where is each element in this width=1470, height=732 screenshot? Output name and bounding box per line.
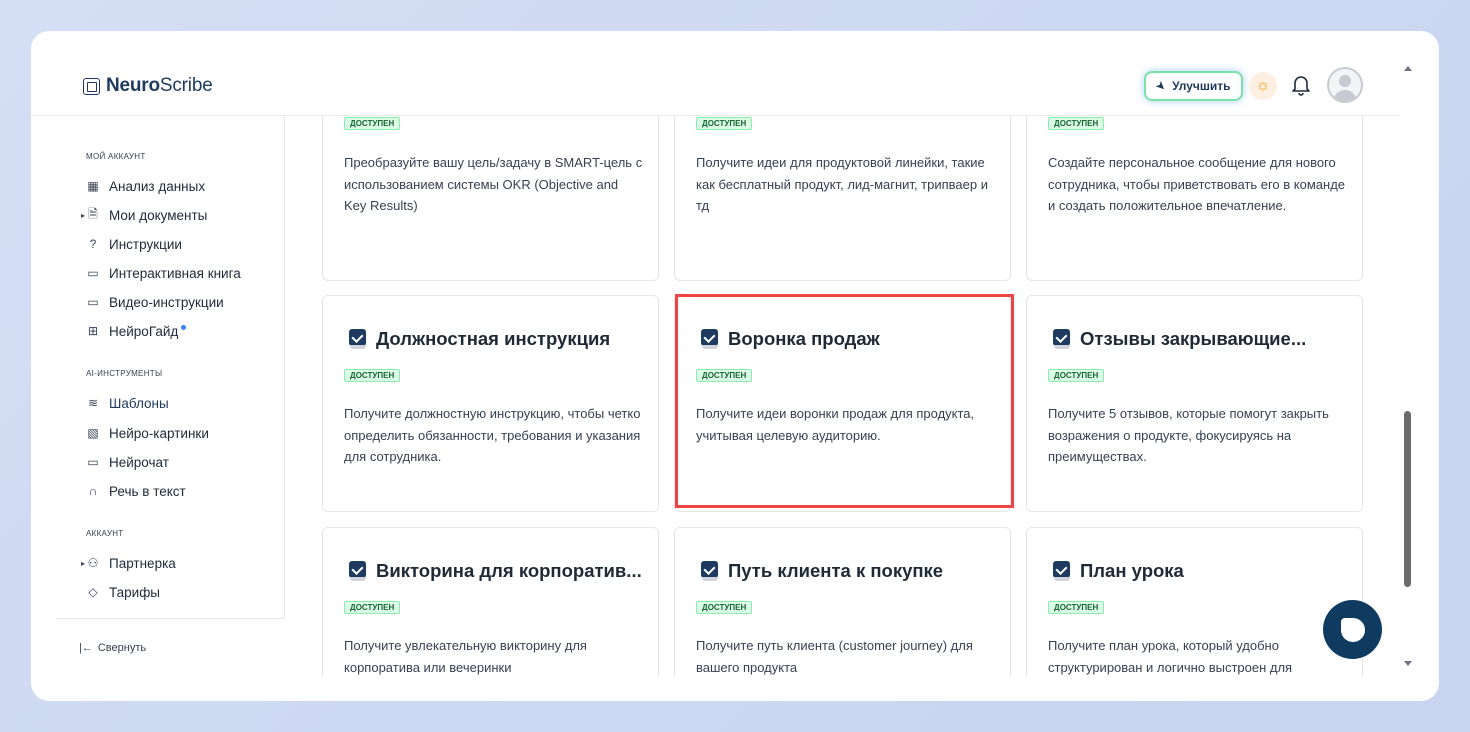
user-avatar[interactable] bbox=[1327, 67, 1363, 103]
section-title-ai-tools: AI-ИНСТРУМЕНТЫ bbox=[86, 369, 163, 378]
upgrade-label: Улучшить bbox=[1172, 79, 1231, 93]
book-icon: ▭ bbox=[87, 266, 99, 280]
logo-icon bbox=[83, 77, 100, 95]
collapse-sidebar-button[interactable]: |← Свернуть bbox=[79, 642, 146, 654]
card-title: Путь клиента к покупке bbox=[701, 560, 943, 582]
section-title-my-account: МОЙ АККАУНТ bbox=[86, 152, 146, 161]
sidebar-item-neuro-images[interactable]: ▧ Нейро-картинки bbox=[86, 423, 209, 443]
template-card-product-line[interactable]: ДОСТУПЕН Получите идеи для продуктовой л… bbox=[674, 116, 1011, 281]
checkbox-icon bbox=[1053, 329, 1072, 349]
card-description: Получите 5 отзывов, которые помогут закр… bbox=[1048, 406, 1329, 464]
scroll-down-arrow-icon[interactable] bbox=[1404, 661, 1412, 666]
card-description: Получите идеи для продуктовой линейки, т… bbox=[696, 155, 988, 213]
template-card-smart-goal[interactable]: ДОСТУПЕН Преобразуйте вашу цель/задачу в… bbox=[322, 116, 659, 281]
sidebar-item-video-instructions[interactable]: ▭ Видео-инструкции bbox=[86, 292, 223, 312]
template-card-closing-reviews[interactable]: Отзывы закрывающие... ДОСТУПЕН Получите … bbox=[1026, 295, 1363, 512]
checkbox-icon bbox=[701, 561, 720, 581]
template-card-welcome-message[interactable]: ДОСТУПЕН Создайте персональное сообщение… bbox=[1026, 116, 1363, 281]
sidebar-item-my-documents[interactable]: ▸ 🗎 Мои документы bbox=[81, 205, 207, 225]
sidebar-item-templates[interactable]: ≋ Шаблоны bbox=[86, 393, 169, 413]
help-circle-icon: ? bbox=[89, 237, 97, 251]
scroll-up-arrow-icon[interactable] bbox=[1404, 66, 1412, 71]
status-badge: ДОСТУПЕН bbox=[344, 117, 401, 130]
vertical-scrollbar[interactable] bbox=[1401, 61, 1417, 676]
template-card-job-description[interactable]: Должностная инструкция ДОСТУПЕН Получите… bbox=[322, 295, 659, 512]
card-title: План урока bbox=[1053, 560, 1184, 582]
chevron-right-icon[interactable]: ▸ bbox=[81, 559, 85, 568]
status-badge: ДОСТУПЕН bbox=[344, 369, 401, 382]
tag-icon: ◇ bbox=[88, 585, 98, 599]
sidebar: МОЙ АККАУНТ ▦ Анализ данных ▸ 🗎 Мои доку… bbox=[56, 116, 285, 676]
logo[interactable]: NeuroScribe bbox=[83, 75, 213, 97]
sidebar-item-speech-to-text[interactable]: ∩ Речь в текст bbox=[86, 481, 186, 501]
collapse-icon: |← bbox=[79, 642, 93, 654]
checkbox-icon bbox=[349, 561, 368, 581]
card-description: Преобразуйте вашу цель/задачу в SMART-це… bbox=[344, 155, 643, 213]
card-title: Отзывы закрывающие... bbox=[1053, 328, 1306, 350]
status-badge: ДОСТУПЕН bbox=[1048, 601, 1105, 614]
card-description: Создайте персональное сообщение для ново… bbox=[1048, 155, 1346, 213]
card-title: Викторина для корпоратив... bbox=[349, 560, 642, 582]
layers-icon: ≋ bbox=[87, 396, 99, 410]
rocket-icon: ➤ bbox=[1152, 77, 1170, 95]
video-icon: ▭ bbox=[87, 295, 99, 309]
headphones-icon: ∩ bbox=[88, 484, 98, 498]
checkbox-icon bbox=[1053, 561, 1072, 581]
checkbox-icon bbox=[349, 329, 368, 349]
sidebar-item-tariffs[interactable]: ◇ Тарифы bbox=[86, 582, 160, 602]
card-description: Получите должностную инструкцию, чтобы ч… bbox=[344, 406, 641, 464]
card-description: Получите путь клиента (customer journey)… bbox=[696, 638, 973, 675]
status-badge: ДОСТУПЕН bbox=[696, 601, 753, 614]
image-icon: ▧ bbox=[87, 426, 99, 440]
upgrade-button[interactable]: ➤ Улучшить bbox=[1144, 71, 1243, 101]
template-card-customer-journey[interactable]: Путь клиента к покупке ДОСТУПЕН Получите… bbox=[674, 527, 1011, 676]
users-icon: ⚇ bbox=[87, 556, 99, 570]
chat-support-button[interactable] bbox=[1323, 600, 1382, 659]
sidebar-item-instructions[interactable]: ? Инструкции bbox=[86, 234, 182, 254]
template-card-lesson-plan[interactable]: План урока ДОСТУПЕН Получите план урока,… bbox=[1026, 527, 1363, 676]
status-badge: ДОСТУПЕН bbox=[696, 117, 753, 130]
sidebar-item-data-analysis[interactable]: ▦ Анализ данных bbox=[86, 176, 205, 196]
section-title-account: АККАУНТ bbox=[86, 529, 124, 538]
sidebar-item-partner[interactable]: ▸ ⚇ Партнерка bbox=[81, 553, 176, 573]
document-icon: 🗎 bbox=[88, 206, 98, 221]
card-description: Получите увлекательную викторину для кор… bbox=[344, 638, 587, 675]
template-card-corporate-quiz[interactable]: Викторина для корпоратив... ДОСТУПЕН Пол… bbox=[322, 527, 659, 676]
card-description: Получите план урока, который удобно стру… bbox=[1048, 638, 1293, 675]
theme-toggle-sun-icon[interactable]: ☼ bbox=[1249, 72, 1277, 100]
scroll-thumb[interactable] bbox=[1404, 411, 1411, 587]
templates-grid: ДОСТУПЕН Преобразуйте вашу цель/задачу в… bbox=[285, 116, 1401, 676]
top-header: NeuroScribe ➤ Улучшить ☼ bbox=[31, 31, 1401, 116]
card-title: Должностная инструкция bbox=[349, 328, 610, 350]
sidebar-item-interactive-book[interactable]: ▭ Интерактивная книга bbox=[86, 263, 240, 283]
logo-text: NeuroScribe bbox=[106, 75, 213, 96]
status-badge: ДОСТУПЕН bbox=[1048, 117, 1105, 130]
bell-icon[interactable] bbox=[1290, 73, 1312, 97]
new-indicator-dot bbox=[181, 324, 187, 330]
grid-icon: ▦ bbox=[87, 179, 99, 193]
sidebar-item-neurochat[interactable]: ▭ Нейрочат bbox=[86, 452, 169, 472]
chevron-right-icon[interactable]: ▸ bbox=[81, 211, 85, 220]
status-badge: ДОСТУПЕН bbox=[1048, 369, 1105, 382]
highlight-frame bbox=[675, 294, 1014, 508]
chat-icon: ▭ bbox=[87, 455, 99, 469]
sidebar-item-neuroguide[interactable]: ⊞ НейроГайд bbox=[86, 321, 187, 341]
status-badge: ДОСТУПЕН bbox=[344, 601, 401, 614]
sidebar-footer: |← Свернуть bbox=[56, 618, 285, 676]
app-window: NeuroScribe ➤ Улучшить ☼ МОЙ АККАУНТ ▦ А… bbox=[31, 31, 1439, 701]
guide-icon: ⊞ bbox=[87, 324, 99, 338]
